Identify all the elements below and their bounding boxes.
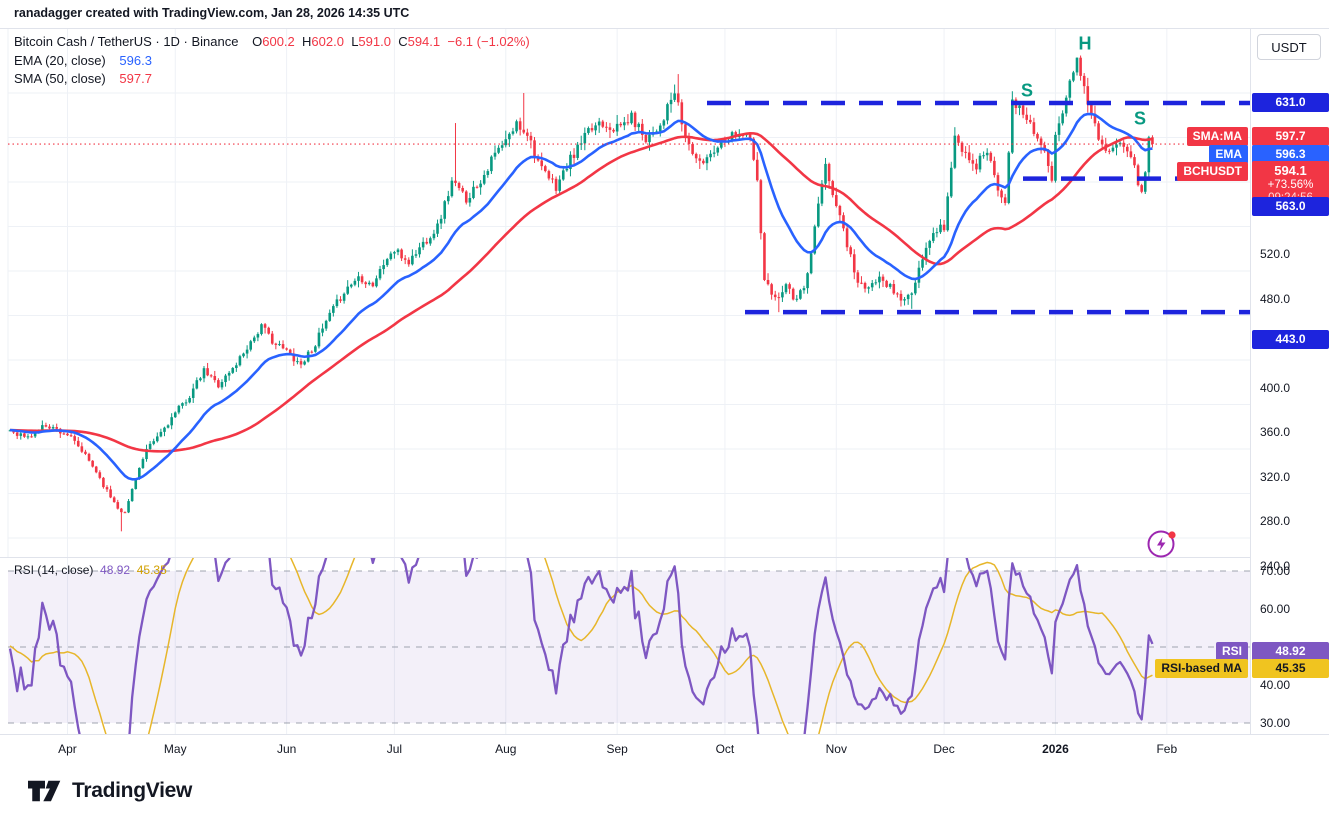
time-axis-label: Apr bbox=[58, 742, 77, 756]
time-axis-label: Feb bbox=[1156, 742, 1177, 756]
currency-button[interactable]: USDT bbox=[1257, 34, 1321, 60]
time-axis-label: May bbox=[164, 742, 187, 756]
price-axis[interactable]: USDT 631.0 597.7 596.3 594.1 +73.56% 09:… bbox=[1250, 29, 1329, 734]
sma-companion-badge: SMA:MA bbox=[1187, 127, 1248, 146]
ema-value: 596.3 bbox=[119, 53, 152, 68]
open-value: 600.2 bbox=[262, 34, 295, 49]
candles bbox=[9, 56, 1154, 532]
time-axis-label: Jul bbox=[387, 742, 402, 756]
tradingview-logo-text: TradingView bbox=[72, 779, 192, 803]
change-value: −6.1 (−1.02%) bbox=[447, 34, 529, 49]
sma-label: SMA (50, close) bbox=[14, 71, 106, 86]
attribution-text: ranadagger created with TradingView.com,… bbox=[14, 6, 409, 20]
rsi-legend-row[interactable]: RSI (14, close) 48.92 45.35 bbox=[14, 563, 167, 577]
rsi-ma-companion-badge: RSI-based MA bbox=[1155, 659, 1248, 678]
rsi-ma-axis-value: 45.35 bbox=[1252, 659, 1329, 678]
rsi-value: 48.92 bbox=[100, 563, 130, 577]
time-axis[interactable]: Apr May Jun Jul Aug Sep Oct Nov Dec 2026 Feb bbox=[0, 734, 1329, 763]
lightning-icon bbox=[1146, 529, 1178, 561]
rsi-axis-label: 40.00 bbox=[1251, 677, 1329, 693]
ema-legend-row[interactable]: EMA (20, close) 596.3 bbox=[14, 53, 152, 68]
symbol-title[interactable]: Bitcoin Cash / TetherUS · 1D · Binance bbox=[14, 34, 238, 49]
sma-value: 597.7 bbox=[119, 71, 152, 86]
time-axis-label: Dec bbox=[933, 742, 954, 756]
high-label: H bbox=[302, 34, 311, 49]
rsi-axis-label: 70.00 bbox=[1251, 563, 1329, 579]
time-axis-label: Oct bbox=[716, 742, 735, 756]
time-axis-label: Nov bbox=[826, 742, 847, 756]
price-axis-label: 360.0 bbox=[1251, 424, 1329, 440]
tradingview-logo-icon bbox=[28, 778, 62, 804]
price-axis-label: 320.0 bbox=[1251, 469, 1329, 485]
rsi-label: RSI (14, close) bbox=[14, 563, 93, 577]
high-value: 602.0 bbox=[311, 34, 344, 49]
rsi-ma-value: 45.35 bbox=[137, 563, 167, 577]
low-value: 591.0 bbox=[358, 34, 391, 49]
pattern-label-s[interactable]: S bbox=[1134, 109, 1146, 130]
price-pane[interactable] bbox=[0, 29, 1250, 557]
symbol-legend-row[interactable]: Bitcoin Cash / TetherUS · 1D · Binance O… bbox=[14, 34, 530, 49]
close-label: C bbox=[398, 34, 407, 49]
rsi-band bbox=[8, 571, 1250, 723]
pattern-label-s[interactable]: S bbox=[1021, 81, 1033, 102]
symbol-companion-badge: BCHUSDT bbox=[1177, 162, 1248, 181]
last-price-percent: +73.56% bbox=[1252, 178, 1329, 192]
open-label: O bbox=[252, 34, 262, 49]
price-axis-label: 480.0 bbox=[1251, 291, 1329, 307]
chart-widget: Bitcoin Cash / TetherUS · 1D · Binance O… bbox=[0, 28, 1329, 763]
time-axis-label: Jun bbox=[277, 742, 296, 756]
price-axis-label: 400.0 bbox=[1251, 380, 1329, 396]
rsi-axis-label: 60.00 bbox=[1251, 601, 1329, 617]
time-axis-label: Aug bbox=[495, 742, 516, 756]
price-grid bbox=[8, 29, 1250, 557]
time-axis-label: Sep bbox=[606, 742, 627, 756]
tradingview-logo[interactable]: TradingView bbox=[28, 778, 192, 804]
rsi-pane[interactable] bbox=[0, 557, 1250, 734]
level-badge-631: 631.0 bbox=[1252, 93, 1329, 112]
last-price-value: 594.1 bbox=[1252, 163, 1329, 178]
ema-label: EMA (20, close) bbox=[14, 53, 106, 68]
price-axis-label: 280.0 bbox=[1251, 513, 1329, 529]
sma-legend-row[interactable]: SMA (50, close) 597.7 bbox=[14, 71, 152, 86]
level-badge-443: 443.0 bbox=[1252, 330, 1329, 349]
close-value: 594.1 bbox=[408, 34, 441, 49]
lightning-button[interactable] bbox=[1146, 529, 1178, 561]
time-axis-label: 2026 bbox=[1042, 742, 1069, 756]
price-axis-label: 520.0 bbox=[1251, 246, 1329, 262]
pattern-label-h[interactable]: H bbox=[1079, 34, 1092, 55]
rsi-axis-label: 30.00 bbox=[1251, 715, 1329, 731]
level-badge-563: 563.0 bbox=[1252, 197, 1329, 216]
sma-axis-value: 597.7 bbox=[1252, 127, 1329, 146]
pane-separator[interactable] bbox=[0, 557, 1329, 558]
